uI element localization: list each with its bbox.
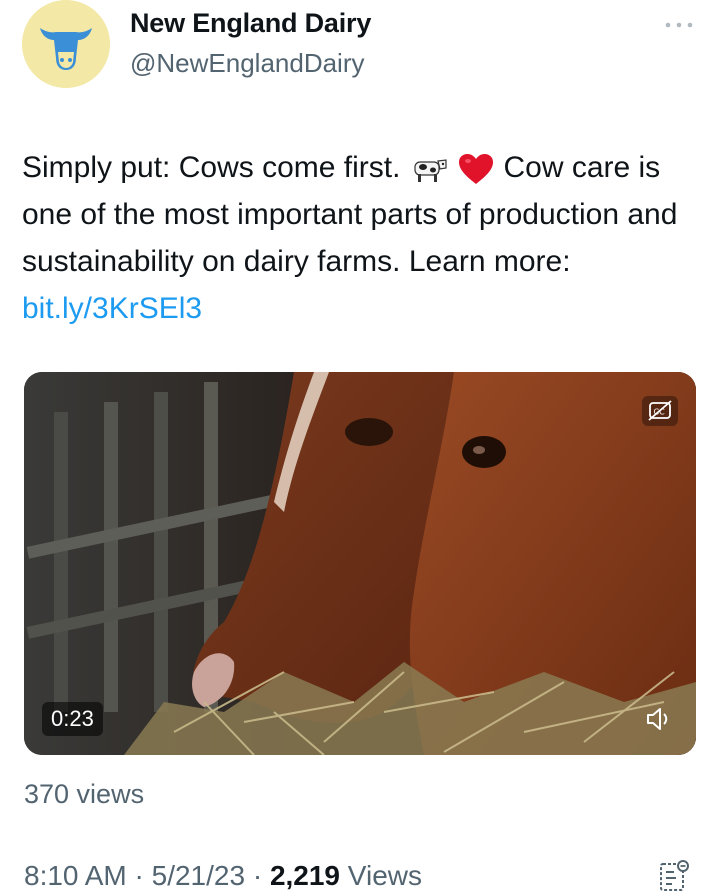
closed-captions-button[interactable]: CC: [642, 396, 678, 426]
cow-head-icon: [22, 0, 110, 88]
tweet-link[interactable]: bit.ly/3KrSEl3: [22, 292, 202, 325]
volume-button[interactable]: [642, 702, 676, 736]
video-thumbnail: [24, 372, 696, 755]
meta-separator: ·: [134, 860, 144, 891]
views-label: Views: [347, 860, 422, 891]
tweet-date[interactable]: 5/21/23: [152, 860, 245, 891]
meta-separator: ·: [252, 860, 263, 891]
cow-emoji: [414, 159, 447, 183]
view-count: 2,219: [269, 860, 341, 891]
tweet-time[interactable]: 8:10 AM: [24, 860, 127, 891]
closed-captions-icon: CC: [648, 400, 672, 421]
video-duration: 0:23: [42, 702, 103, 736]
tweet-text-part1: Simply put: Cows come first.: [22, 151, 401, 184]
avatar[interactable]: [22, 0, 110, 88]
author-name[interactable]: New England Dairy: [130, 8, 371, 39]
author-handle[interactable]: @NewEnglandDairy: [130, 48, 365, 79]
more-horizontal-icon[interactable]: [664, 18, 694, 32]
tweet-text: Simply put: Cows come first. Cow care is…: [22, 144, 682, 332]
red-heart-emoji: [459, 154, 494, 185]
video-player[interactable]: 0:23 CC: [24, 372, 696, 755]
video-views: 370 views: [24, 779, 145, 809]
analytics-icon[interactable]: [658, 858, 690, 894]
volume-icon: [647, 708, 668, 730]
tweet-meta: 8:10 AM · 5/21/23 · 2,219 Views: [24, 860, 422, 892]
